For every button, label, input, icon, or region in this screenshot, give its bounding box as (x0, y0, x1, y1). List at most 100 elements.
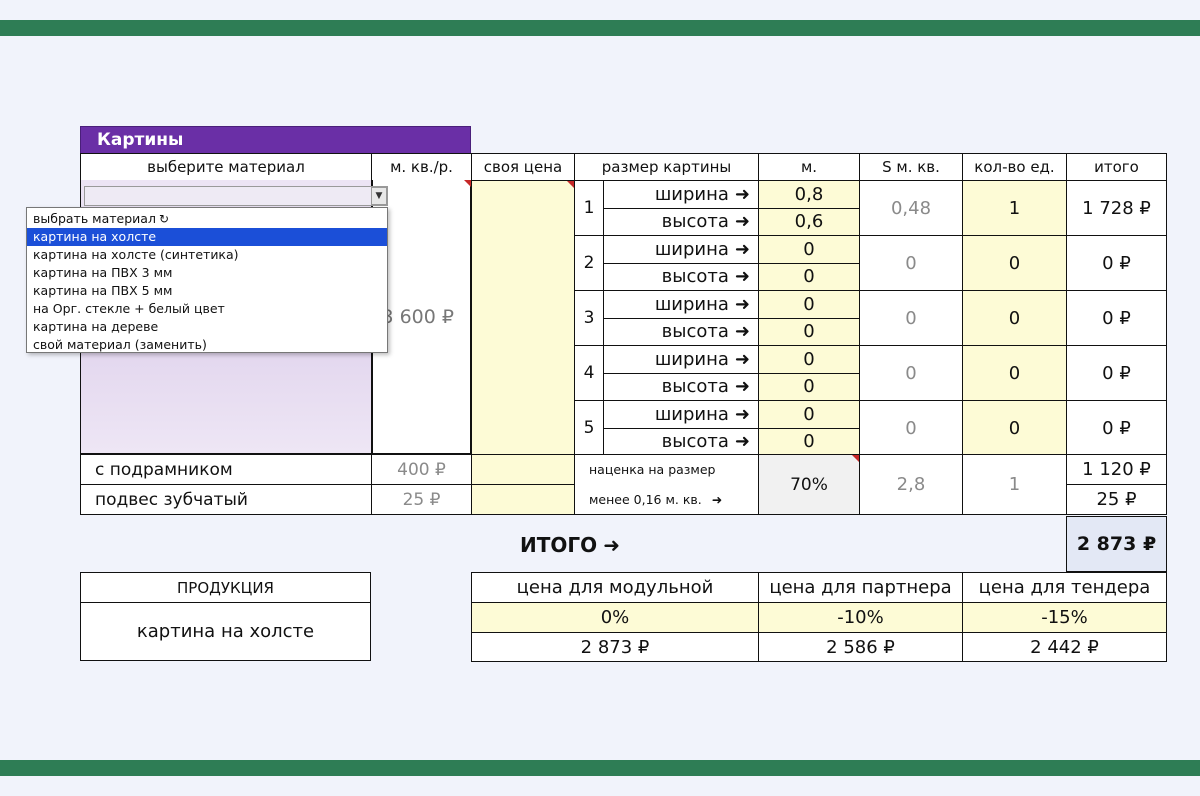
size-height-label: высота ➜ (603, 262, 759, 291)
size-qty-input[interactable]: 0 (962, 235, 1067, 291)
size-width-input[interactable]: 0 (758, 235, 860, 264)
arrow-icon: ➜ (734, 266, 750, 288)
extra-own-price-stretcher[interactable] (471, 454, 575, 485)
refresh-icon: ↻ (158, 212, 169, 226)
discount-modular[interactable]: 0% (471, 602, 759, 633)
size-total: 0 ₽ (1066, 235, 1167, 291)
price-modular: 2 873 ₽ (471, 632, 759, 662)
size-width-label-text: ширина (654, 348, 729, 370)
dropdown-option[interactable]: выбрать материал ↻ (27, 210, 387, 228)
arrow-icon: ➜ (734, 183, 750, 205)
dropdown-option[interactable]: картина на ПВХ 5 мм (27, 282, 387, 300)
top-green-band (0, 20, 1200, 36)
size-height-input[interactable]: 0 (758, 427, 860, 456)
arrow-icon: ➜ (734, 238, 750, 260)
size-row-number: 5 (574, 400, 604, 456)
size-area: 0 (859, 290, 963, 346)
dropdown-option[interactable]: свой материал (заменить) (27, 336, 387, 354)
size-height-label: высота ➜ (603, 372, 759, 401)
extra-total-stretcher: 1 120 ₽ (1066, 454, 1167, 485)
price-label-modular: цена для модульной (471, 572, 759, 603)
dropdown-option[interactable]: на Орг. стекле + белый цвет (27, 300, 387, 318)
header-material: выберите материал (80, 153, 372, 181)
size-height-input[interactable]: 0,6 (758, 207, 860, 236)
size-width-label: ширина ➜ (603, 180, 759, 209)
size-row-number: 1 (574, 180, 604, 236)
header-qty: кол-во ед. (962, 153, 1067, 181)
size-height-label: высота ➜ (603, 427, 759, 456)
dropdown-option-label: выбрать материал (33, 211, 156, 226)
markup-area: 2,8 (859, 454, 963, 515)
size-area: 0,48 (859, 180, 963, 236)
size-row-number: 3 (574, 290, 604, 346)
size-area: 0 (859, 345, 963, 401)
markup-note-line2: менее 0,16 м. кв. (589, 491, 702, 507)
material-dropdown-list[interactable]: выбрать материал ↻ картина на холсте карт… (26, 207, 388, 353)
product-header: ПРОДУКЦИЯ (80, 572, 371, 603)
size-height-label-text: высота (661, 431, 729, 453)
price-label-partner: цена для партнера (758, 572, 963, 603)
extra-total-hanger: 25 ₽ (1066, 484, 1167, 515)
header-total: итого (1066, 153, 1167, 181)
markup-note: наценка на размер менее 0,16 м. кв. ➜ (574, 454, 759, 515)
size-width-input[interactable]: 0 (758, 345, 860, 374)
comment-marker (458, 180, 471, 188)
dropdown-option[interactable]: картина на ПВХ 3 мм (27, 264, 387, 282)
size-width-label: ширина ➜ (603, 345, 759, 374)
own-price-input[interactable] (471, 180, 575, 455)
size-qty-input[interactable]: 1 (962, 180, 1067, 236)
extra-own-price-hanger[interactable] (471, 484, 575, 515)
size-width-input[interactable]: 0 (758, 400, 860, 429)
size-row-number: 4 (574, 345, 604, 401)
markup-note-line1: наценка на размер (589, 462, 716, 478)
discount-tender[interactable]: -15% (962, 602, 1167, 633)
header-own-price: своя цена (471, 153, 575, 181)
size-qty-input[interactable]: 0 (962, 400, 1067, 456)
size-height-input[interactable]: 0 (758, 372, 860, 401)
markup-percent: 70% (758, 454, 860, 515)
arrow-icon: ➜ (711, 491, 723, 507)
extra-label-stretcher: с подрамником (80, 454, 372, 485)
dropdown-option-selected[interactable]: картина на холсте (27, 228, 387, 246)
size-row-number: 2 (574, 235, 604, 291)
size-total: 0 ₽ (1066, 345, 1167, 401)
size-width-input[interactable]: 0,8 (758, 180, 860, 209)
arrow-icon: ➜ (734, 403, 750, 425)
size-width-label-text: ширина (654, 293, 729, 315)
size-height-input[interactable]: 0 (758, 262, 860, 291)
size-width-label-text: ширина (654, 238, 729, 260)
product-value: картина на холсте (80, 602, 371, 661)
chevron-down-icon[interactable]: ▼ (371, 187, 387, 205)
size-height-label-text: высота (661, 211, 729, 233)
header-size: размер картины (574, 153, 759, 181)
material-select[interactable] (84, 186, 388, 206)
markup-qty: 1 (962, 454, 1067, 515)
table-title: Картины (80, 126, 471, 154)
grand-total-text: ИТОГО (520, 533, 598, 557)
dropdown-option[interactable]: картина на дереве (27, 318, 387, 336)
markup-note-line2-wrap: менее 0,16 м. кв. ➜ (589, 492, 722, 507)
size-height-label-text: высота (661, 376, 729, 398)
arrow-icon: ➜ (734, 321, 750, 343)
size-qty-input[interactable]: 0 (962, 290, 1067, 346)
discount-partner[interactable]: -10% (758, 602, 963, 633)
price-label-tender: цена для тендера (962, 572, 1167, 603)
size-total: 1 728 ₽ (1066, 180, 1167, 236)
size-width-input[interactable]: 0 (758, 290, 860, 319)
size-height-input[interactable]: 0 (758, 317, 860, 346)
size-width-label: ширина ➜ (603, 290, 759, 319)
size-height-label-text: высота (661, 321, 729, 343)
header-m: м. (758, 153, 860, 181)
size-height-label-text: высота (661, 266, 729, 288)
extra-price-stretcher: 400 ₽ (371, 454, 472, 485)
dropdown-option[interactable]: картина на холсте (синтетика) (27, 246, 387, 264)
size-area: 0 (859, 400, 963, 456)
size-qty-input[interactable]: 0 (962, 345, 1067, 401)
extra-label-hanger: подвес зубчатый (80, 484, 372, 515)
grand-total-label: ИТОГО ➜ (480, 530, 660, 560)
arrow-icon: ➜ (734, 376, 750, 398)
size-width-label: ширина ➜ (603, 235, 759, 264)
arrow-icon: ➜ (734, 211, 750, 233)
header-m2-price: м. кв./р. (371, 153, 472, 181)
size-area: 0 (859, 235, 963, 291)
